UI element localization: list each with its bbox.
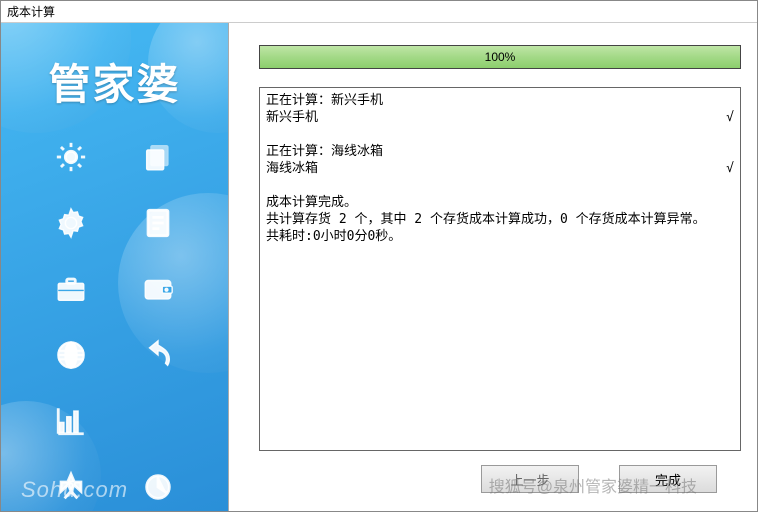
log-line: 正在计算：新兴手机	[266, 92, 734, 109]
log-text: 新兴手机	[266, 109, 714, 126]
log-line: 新兴手机√	[266, 109, 734, 126]
star-icon	[49, 465, 93, 509]
log-text: 成本计算完成。	[266, 194, 714, 211]
brand-logo: 管家婆	[1, 51, 228, 112]
main-panel: 100% 正在计算：新兴手机新兴手机√ 正在计算：海线冰箱海线冰箱√ 成本计算完…	[229, 23, 757, 511]
log-output[interactable]: 正在计算：新兴手机新兴手机√ 正在计算：海线冰箱海线冰箱√ 成本计算完成。共计算…	[259, 87, 741, 451]
blank-icon	[136, 399, 180, 443]
briefcase-icon	[49, 267, 93, 311]
check-mark-icon	[714, 211, 734, 245]
content-area: 管家婆	[1, 23, 757, 511]
check-mark-icon	[714, 92, 734, 109]
done-button[interactable]: 完成	[619, 465, 717, 493]
check-mark-icon	[714, 177, 734, 194]
check-mark-icon	[714, 194, 734, 211]
log-text	[266, 177, 714, 194]
gear-icon	[49, 201, 93, 245]
cost-calc-window: 成本计算 管家婆	[0, 0, 758, 512]
log-line: 正在计算：海线冰箱	[266, 143, 734, 160]
button-row: 上一步 完成	[241, 459, 745, 501]
check-mark-icon	[714, 126, 734, 143]
check-mark-icon: √	[714, 109, 734, 126]
sidebar-icon-grid	[1, 135, 228, 511]
prev-button[interactable]: 上一步	[481, 465, 579, 493]
check-mark-icon: √	[714, 160, 734, 177]
log-line	[266, 126, 734, 143]
log-text: 正在计算：新兴手机	[266, 92, 714, 109]
document-icon	[136, 201, 180, 245]
sun-icon	[49, 135, 93, 179]
pie-chart-icon	[136, 465, 180, 509]
wallet-icon	[136, 267, 180, 311]
sidebar: 管家婆	[1, 23, 229, 511]
log-line: 海线冰箱√	[266, 160, 734, 177]
bar-chart-icon	[49, 399, 93, 443]
progress-label: 100%	[260, 46, 740, 68]
globe-icon	[49, 333, 93, 377]
log-text	[266, 126, 714, 143]
log-text: 海线冰箱	[266, 160, 714, 177]
log-line	[266, 177, 734, 194]
window-title: 成本计算	[1, 1, 757, 23]
log-line: 共计算存货 2 个，其中 2 个存货成本计算成功，0 个存货成本计算异常。共耗时…	[266, 211, 734, 245]
check-mark-icon	[714, 143, 734, 160]
files-icon	[136, 135, 180, 179]
progress-bar: 100%	[259, 45, 741, 69]
log-line: 成本计算完成。	[266, 194, 734, 211]
log-text: 正在计算：海线冰箱	[266, 143, 714, 160]
log-text: 共计算存货 2 个，其中 2 个存货成本计算成功，0 个存货成本计算异常。共耗时…	[266, 211, 714, 245]
undo-icon	[136, 333, 180, 377]
